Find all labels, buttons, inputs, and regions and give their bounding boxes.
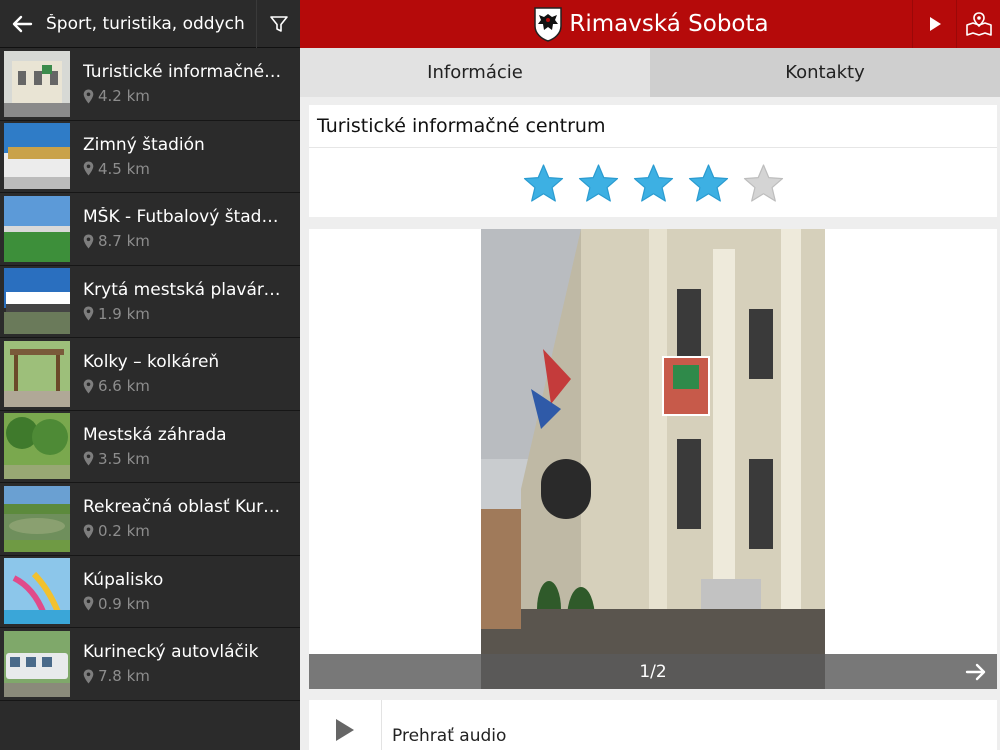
app-title: Rimavská Sobota: [569, 11, 769, 37]
list-item-distance: 4.5 km: [98, 159, 150, 178]
brand: Rimavská Sobota: [300, 6, 912, 42]
star-filled-icon[interactable]: [577, 163, 620, 203]
list-item[interactable]: Kolky – kolkáreň 6.6 km: [0, 338, 300, 411]
gallery-nav-bar: 1/2: [309, 654, 997, 689]
location-pin-icon: [83, 161, 94, 176]
list-item-name: Kúpalisko: [83, 569, 164, 590]
detail-tabs: Informácie Kontakty: [300, 48, 1000, 97]
list-item-distance: 7.8 km: [98, 667, 150, 686]
map-button[interactable]: [956, 0, 1000, 48]
gallery-counter: 1/2: [639, 661, 667, 682]
stadium-icon: [4, 195, 70, 262]
list-item[interactable]: Krytá mestská plaváreň 1.9 km: [0, 266, 300, 338]
photo-gallery[interactable]: 1/2: [309, 229, 997, 689]
bowling-icon: [4, 340, 70, 407]
waterpark-icon: [4, 558, 70, 625]
star-filled-icon[interactable]: [522, 163, 565, 203]
list-item[interactable]: Kurinecký autovláčik 7.8 km: [0, 628, 300, 701]
poi-photo: [481, 229, 825, 689]
list-item-distance: 8.7 km: [98, 232, 150, 251]
list-item-distance: 0.9 km: [98, 594, 150, 613]
arena-icon: [4, 123, 70, 190]
rating-stars[interactable]: [309, 148, 997, 217]
map-pin-icon: [965, 12, 992, 36]
list-item[interactable]: Mestská záhrada 3.5 km: [0, 411, 300, 483]
list-item-name: MŠK - Futbalový štadión: [83, 207, 288, 228]
lake-icon: [4, 485, 70, 552]
play-icon: [929, 17, 941, 31]
app-header: Rimavská Sobota: [300, 0, 1000, 48]
list-item-name: Mestská záhrada: [83, 424, 227, 445]
poi-title: Turistické informačné centrum: [309, 105, 997, 148]
location-pin-icon: [83, 89, 94, 104]
list-item[interactable]: Rekreačná oblasť Kurinec 0.2 km: [0, 483, 300, 556]
list-item-distance: 3.5 km: [98, 449, 150, 468]
poi-header-card: Turistické informačné centrum: [309, 105, 997, 217]
next-photo-button[interactable]: [961, 657, 991, 687]
category-header: Šport, turistika, oddych: [0, 0, 300, 48]
list-item[interactable]: Zimný štadión 4.5 km: [0, 121, 300, 193]
coat-of-arms-icon: [534, 7, 563, 42]
back-button[interactable]: [0, 0, 44, 48]
location-pin-icon: [83, 524, 94, 539]
tab-informacie[interactable]: Informácie: [300, 48, 650, 97]
list-item-name: Krytá mestská plaváreň: [83, 279, 285, 300]
location-pin-icon: [83, 379, 94, 394]
list-item-name: Kolky – kolkáreň: [83, 352, 220, 373]
filter-button[interactable]: [256, 0, 300, 48]
list-item-distance: 1.9 km: [98, 304, 150, 323]
play-tour-button[interactable]: [912, 0, 956, 48]
park-icon: [4, 413, 70, 480]
audio-play-button[interactable]: [309, 700, 382, 750]
train-icon: [4, 630, 70, 697]
audio-label[interactable]: Prehrať audio: [382, 700, 506, 750]
arrow-right-icon: [965, 663, 986, 681]
list-item-distance: 0.2 km: [98, 522, 150, 541]
category-panel: Šport, turistika, oddych Turistické info…: [0, 0, 300, 750]
list-item[interactable]: Turistické informačné centrum 4.2 km: [0, 48, 300, 121]
list-item-distance: 4.2 km: [98, 87, 150, 106]
category-title: Šport, turistika, oddych: [46, 13, 245, 34]
building-icon: [4, 50, 70, 117]
pool-building-icon: [4, 268, 70, 335]
location-pin-icon: [83, 596, 94, 611]
location-pin-icon: [83, 234, 94, 249]
list-item-name: Rekreačná oblasť Kurinec: [83, 497, 299, 518]
location-pin-icon: [83, 451, 94, 466]
star-filled-icon[interactable]: [632, 163, 675, 203]
poi-list: Turistické informačné centrum 4.2 km Zim…: [0, 48, 300, 701]
audio-player: Prehrať audio: [309, 700, 997, 750]
list-item-name: Turistické informačné centrum: [83, 62, 300, 83]
star-empty-icon[interactable]: [742, 163, 785, 203]
filter-icon: [269, 15, 288, 32]
list-item[interactable]: MŠK - Futbalový štadión 8.7 km: [0, 193, 300, 266]
list-item-distance: 6.6 km: [98, 377, 150, 396]
tab-kontakty[interactable]: Kontakty: [650, 48, 1000, 97]
play-icon: [336, 719, 354, 741]
list-item-name: Kurinecký autovláčik: [83, 642, 259, 663]
arrow-left-icon: [12, 15, 33, 32]
star-filled-icon[interactable]: [687, 163, 730, 203]
list-item[interactable]: Kúpalisko 0.9 km: [0, 556, 300, 628]
location-pin-icon: [83, 669, 94, 684]
detail-content: Turistické informačné centrum 1/2 Prehra…: [300, 97, 1000, 750]
location-pin-icon: [83, 306, 94, 321]
list-item-name: Zimný štadión: [83, 134, 205, 155]
